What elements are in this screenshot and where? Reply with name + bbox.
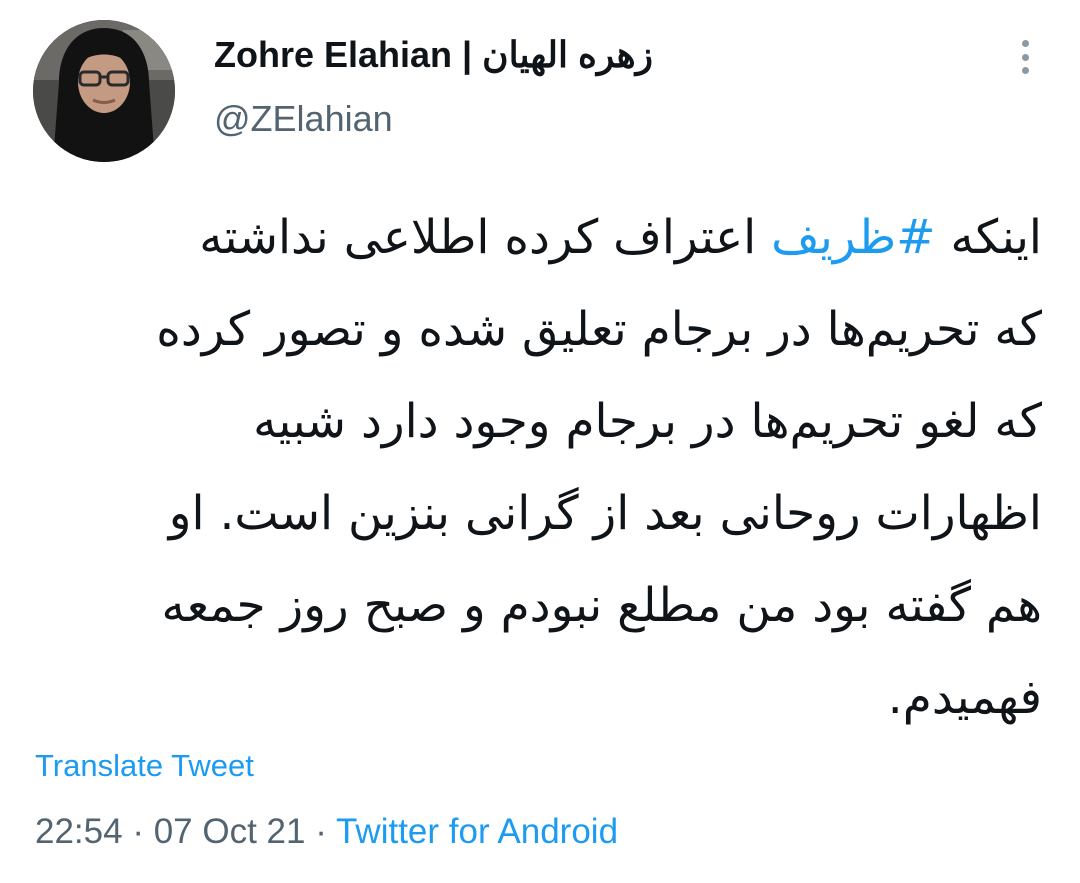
translate-tweet-link[interactable]: Translate Tweet — [35, 748, 254, 784]
hashtag-link[interactable]: #ظریف — [771, 210, 935, 265]
tweet-text-line: که لغو تحریم‌ها در برجام وجود دارد شبیه — [253, 394, 1042, 449]
more-vertical-icon — [1021, 40, 1029, 47]
avatar[interactable] — [33, 20, 175, 162]
tweet-source-link[interactable]: Twitter for Android — [336, 812, 618, 851]
display-name[interactable]: Zohre Elahian | زهره الهیان — [214, 34, 653, 76]
tweet-text-segment: اعتراف کرده اطلاعی نداشته — [199, 210, 772, 265]
more-vertical-icon-dot — [1021, 53, 1029, 61]
more-vertical-icon-dot — [1021, 67, 1029, 74]
separator-dot: · — [315, 812, 327, 851]
tweet-time[interactable]: 22:54 — [35, 812, 123, 851]
tweet-text-line: فهمیدم. — [887, 670, 1042, 725]
tweet-text-segment: اینکه — [935, 210, 1042, 265]
avatar-image — [33, 20, 175, 162]
tweet-text-line: هم گفته بود من مطلع نبودم و صبح روز جمعه — [161, 578, 1043, 633]
tweet-text-line: که تحریم‌ها در برجام تعلیق شده و تصور کر… — [156, 302, 1042, 357]
more-options-button[interactable] — [1008, 36, 1042, 78]
separator-dot: · — [132, 812, 144, 851]
tweet-text-line: اظهارات روحانی بعد از گرانی بنزین است. ا… — [168, 486, 1042, 541]
tweet-date[interactable]: 07 Oct 21 — [154, 812, 306, 851]
tweet-metadata: 22:54 · 07 Oct 21 · Twitter for Android — [35, 812, 618, 852]
tweet-text: اینکه #ظریف اعتراف کرده اطلاعی نداشته که… — [40, 192, 1042, 744]
user-handle[interactable]: @ZElahian — [214, 98, 393, 140]
tweet-text-line: اینکه #ظریف اعتراف کرده اطلاعی نداشته — [40, 192, 1042, 284]
